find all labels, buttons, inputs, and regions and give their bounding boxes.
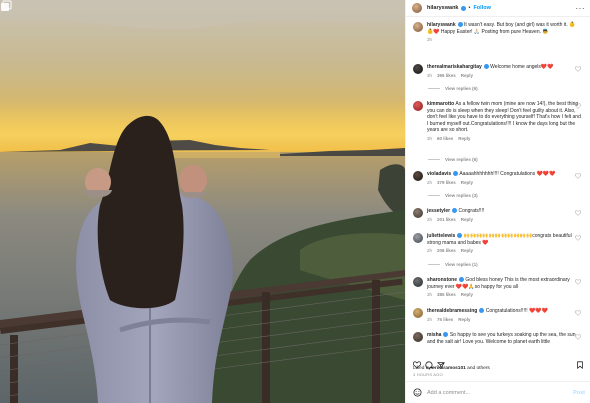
verified-icon [459, 277, 465, 283]
heart-icon[interactable] [575, 235, 581, 241]
avatar[interactable] [413, 22, 423, 32]
reply-button[interactable]: Reply [461, 73, 473, 78]
comments-list: hilaryswank It wasn't easy. But boy (and… [406, 18, 590, 361]
comment-time: 2h [427, 316, 433, 322]
comment-time: 2h [427, 248, 433, 253]
avatar[interactable] [413, 171, 423, 181]
follow-button[interactable]: Follow [473, 5, 490, 11]
comment-username[interactable]: violadavis [427, 171, 451, 177]
verified-icon [457, 233, 463, 239]
heart-icon[interactable] [575, 66, 581, 72]
post-time: 3 HOURS AGO [413, 372, 443, 377]
comment-username[interactable]: sharonstone [427, 277, 457, 283]
comment-text: Congrats!!!! [458, 208, 485, 214]
reply-button[interactable]: Reply [458, 136, 470, 141]
heart-icon[interactable] [575, 334, 581, 340]
more-icon[interactable]: ··· [576, 4, 586, 13]
carousel-icon [1, 0, 12, 11]
avatar[interactable] [413, 233, 423, 243]
verified-icon [443, 332, 449, 338]
comment-username[interactable]: juliettelewis [427, 233, 455, 239]
comment-time: 2h [427, 179, 433, 185]
comment-username[interactable]: misha [427, 332, 441, 338]
comment-username[interactable]: hilaryswank [427, 22, 456, 28]
emoji-icon[interactable] [413, 388, 422, 397]
verified-icon [457, 22, 463, 28]
bookmark-icon[interactable] [576, 361, 584, 369]
verified-icon [483, 64, 489, 70]
comment-time: 3h [427, 37, 433, 42]
comment-time: 3h [427, 292, 433, 297]
reply-button[interactable]: Reply [461, 180, 473, 185]
liked-by-prefix: Liked by [413, 366, 433, 371]
comment-username[interactable]: therealdebramessing [427, 308, 477, 314]
comment-text: Congratulations!!!!! ❤️❤️❤️ [485, 308, 548, 314]
comment-time: 3h [427, 72, 433, 78]
comment-time: 3h [427, 135, 433, 141]
separator-dot: • [468, 5, 471, 11]
view-replies-button[interactable]: View replies (3) [428, 193, 478, 198]
reply-button[interactable]: Reply [458, 317, 470, 322]
heart-icon[interactable] [575, 173, 581, 179]
avatar[interactable] [412, 3, 422, 13]
comment-likes[interactable]: 206 likes [437, 248, 456, 253]
heart-icon[interactable] [575, 103, 581, 109]
heart-icon[interactable] [575, 279, 581, 285]
heart-icon[interactable] [575, 210, 581, 216]
comment-likes[interactable]: 395 likes [437, 73, 456, 78]
comment-likes[interactable]: 60 likes [437, 136, 453, 141]
comment-likes[interactable]: 75 likes [437, 317, 453, 322]
liked-by-suffix[interactable]: and others [466, 366, 490, 371]
verified-icon [452, 208, 458, 214]
view-replies-button[interactable]: View replies (1) [428, 262, 478, 267]
avatar[interactable] [413, 308, 423, 318]
avatar[interactable] [413, 64, 423, 74]
avatar[interactable] [413, 101, 423, 111]
add-comment-bar: Add a comment... Post [406, 381, 590, 403]
verified-icon [453, 171, 459, 177]
comment-time: 2h [427, 216, 433, 222]
avatar[interactable] [413, 332, 423, 342]
verified-icon [479, 308, 485, 314]
reply-button[interactable]: Reply [461, 248, 473, 253]
comment-likes[interactable]: 201 likes [437, 217, 456, 222]
liked-by-user[interactable]: erikaramos101 [432, 366, 466, 371]
reply-button[interactable]: Reply [461, 217, 473, 222]
view-replies-button[interactable]: View replies (6) [428, 157, 478, 162]
comment-likes[interactable]: 385 likes [437, 292, 456, 297]
comments-panel: hilaryswank • Follow ··· hilaryswank It … [405, 0, 590, 403]
avatar[interactable] [413, 277, 423, 287]
post-button[interactable]: Post [573, 390, 585, 396]
comment-input[interactable]: Add a comment... [427, 390, 470, 396]
comment-username[interactable]: therealmariskahargitay [427, 64, 482, 70]
view-replies-button[interactable]: View replies (6) [428, 86, 478, 91]
comment-text: So happy to see you turkeys soaking up t… [427, 332, 576, 345]
post-photo[interactable] [0, 0, 405, 403]
reply-button[interactable]: Reply [461, 292, 473, 297]
comment-username[interactable]: jessetyler [427, 208, 450, 214]
verified-icon [460, 5, 466, 11]
comment-text: Aaaaahhhhhhh!!!! Congratulations ❤️❤️❤️ [459, 171, 556, 177]
avatar[interactable] [413, 208, 423, 218]
heart-icon[interactable] [575, 310, 581, 316]
post-header: hilaryswank • Follow ··· [406, 0, 590, 17]
liked-by: Liked by erikaramos101 and others [413, 366, 490, 371]
author-username[interactable]: hilaryswank [427, 5, 459, 11]
comment-text: Welcome home angels❤️❤️ [490, 64, 554, 70]
comment-username[interactable]: kimmarotto [427, 101, 454, 107]
photo-illustration [0, 0, 405, 403]
comment-likes[interactable]: 379 likes [437, 180, 456, 185]
